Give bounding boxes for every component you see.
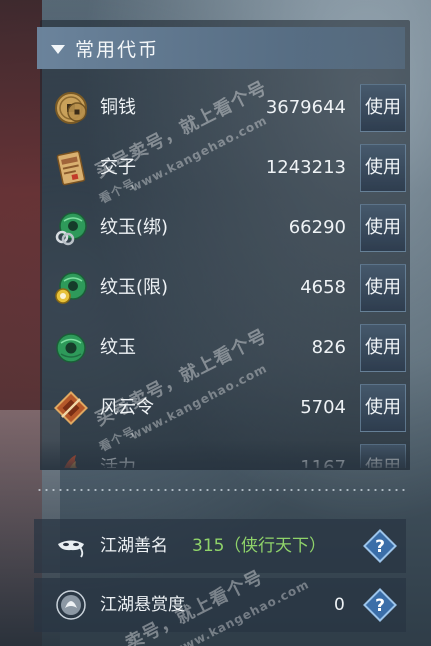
list-item: 纹玉(限) 4658 使用 bbox=[40, 260, 410, 316]
use-button[interactable]: 使用 bbox=[360, 324, 406, 372]
reputation-row: 江湖善名 315 （侠行天下） ? bbox=[34, 519, 406, 573]
reputation-rank: （侠行天下） bbox=[224, 536, 326, 556]
currency-count: 5704 bbox=[300, 397, 346, 418]
help-icon[interactable]: ? bbox=[362, 587, 398, 623]
currency-count: 3679644 bbox=[265, 97, 346, 118]
mask-icon bbox=[54, 529, 88, 563]
reputation-value: 315 bbox=[192, 536, 225, 556]
fengyun-token-icon bbox=[52, 389, 90, 427]
currency-name: 铜钱 bbox=[100, 97, 136, 118]
currency-name: 纹玉(限) bbox=[100, 277, 169, 298]
use-button[interactable]: 使用 bbox=[360, 204, 406, 252]
use-button[interactable]: 使用 bbox=[360, 264, 406, 312]
currency-name: 纹玉 bbox=[100, 337, 136, 358]
currency-count: 66290 bbox=[288, 217, 346, 238]
use-button[interactable]: 使用 bbox=[360, 384, 406, 432]
paper-note-icon bbox=[52, 149, 90, 187]
jade-limited-icon bbox=[52, 269, 90, 307]
help-icon[interactable]: ? bbox=[362, 528, 398, 564]
jade-icon bbox=[52, 329, 90, 367]
bounty-emblem-icon bbox=[54, 588, 88, 622]
panel-title: 常用代币 bbox=[75, 38, 160, 61]
svg-text:?: ? bbox=[375, 596, 385, 616]
jade-bound-icon bbox=[52, 209, 90, 247]
currency-name: 纹玉(绑) bbox=[100, 217, 169, 238]
reputation-label: 江湖善名 bbox=[100, 536, 168, 556]
svg-text:?: ? bbox=[375, 537, 385, 557]
currency-panel-header[interactable]: 常用代币 bbox=[37, 27, 405, 69]
copper-coin-icon bbox=[52, 89, 90, 127]
list-item: 纹玉(绑) 66290 使用 bbox=[40, 200, 410, 256]
use-button[interactable]: 使用 bbox=[360, 144, 406, 192]
bounty-value: 0 bbox=[334, 595, 345, 615]
currency-count: 4658 bbox=[300, 277, 346, 298]
dotted-divider bbox=[36, 489, 408, 491]
list-fade-overlay bbox=[40, 440, 410, 470]
currency-count: 1243213 bbox=[265, 157, 346, 178]
collapse-triangle-icon[interactable] bbox=[51, 44, 65, 54]
use-button[interactable]: 使用 bbox=[360, 84, 406, 132]
currency-count: 826 bbox=[311, 337, 346, 358]
